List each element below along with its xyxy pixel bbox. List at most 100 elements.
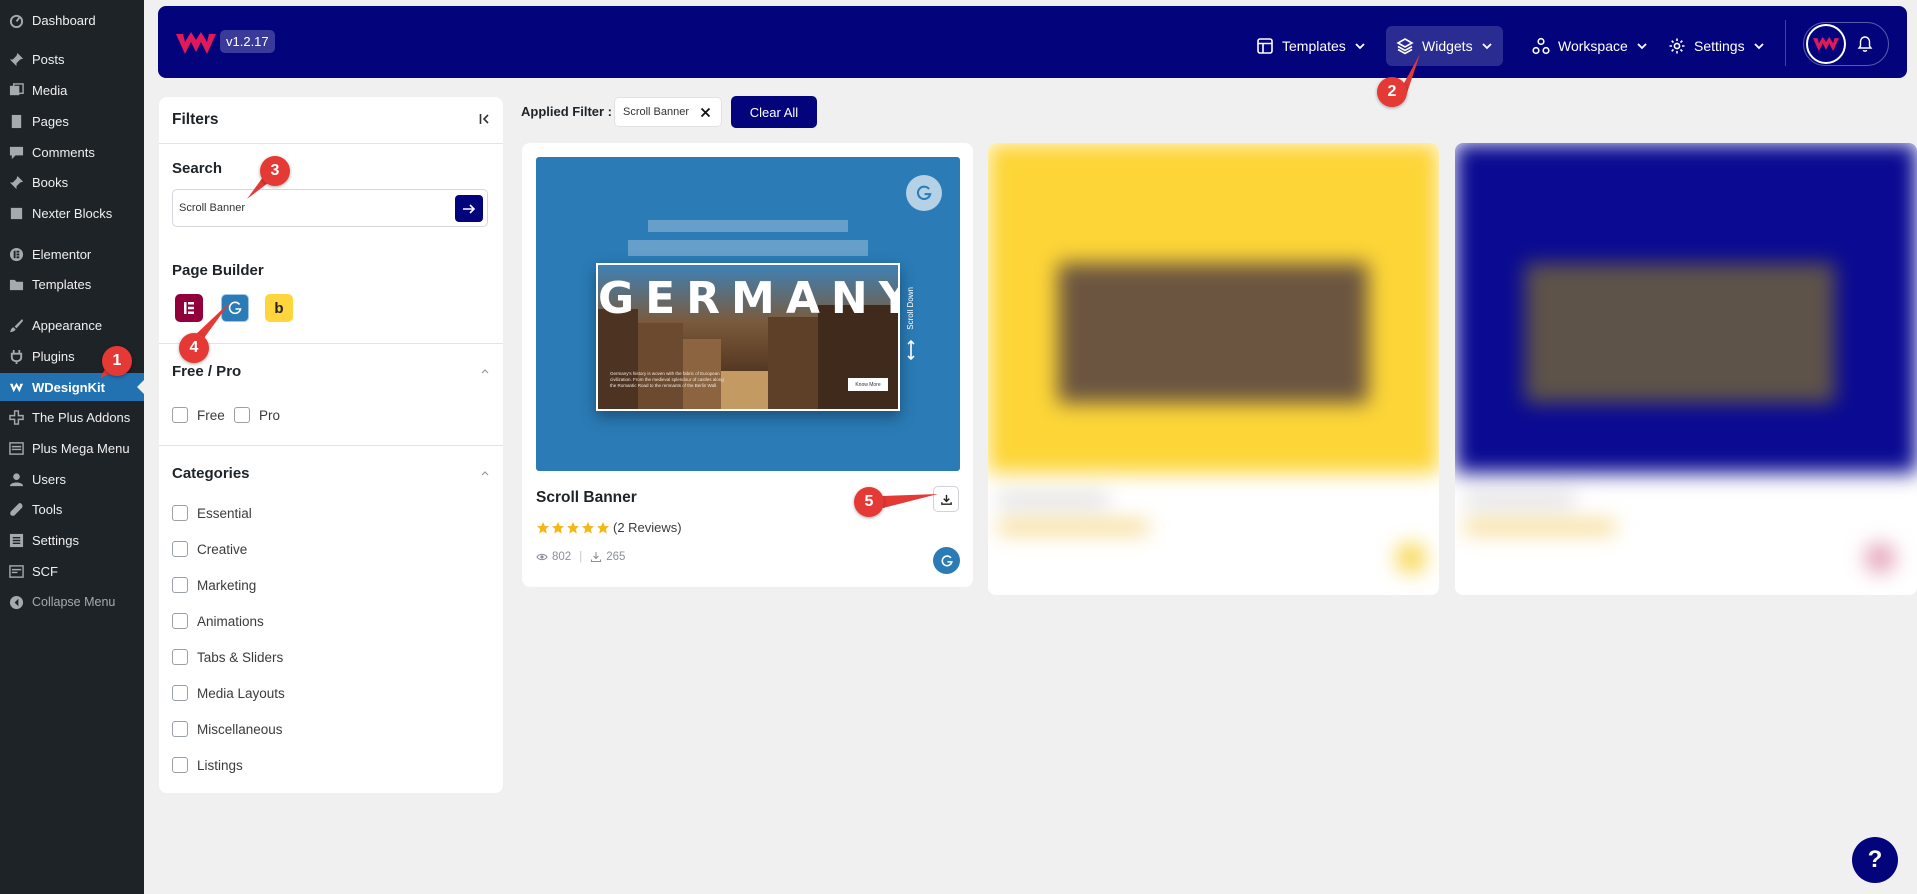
- sidebar-item-scf[interactable]: SCF: [0, 557, 144, 585]
- widget-title[interactable]: Scroll Banner: [536, 489, 637, 507]
- sidebar-item-appearance[interactable]: Appearance: [0, 311, 144, 339]
- sidebar-item-dashboard[interactable]: Dashboard: [0, 6, 144, 34]
- checkbox[interactable]: [172, 541, 188, 557]
- sidebar-item-the-plus-addons[interactable]: The Plus Addons: [0, 403, 144, 431]
- sidebar-item-label: Elementor: [32, 246, 92, 262]
- user-icon: [8, 471, 24, 487]
- banner-headline: GERMANY: [598, 273, 900, 324]
- arrow-right-icon: [463, 203, 476, 214]
- sidebar-item-books[interactable]: Books: [0, 168, 144, 196]
- category-marketing[interactable]: Marketing: [172, 577, 256, 593]
- search-box: [172, 189, 488, 227]
- scf-icon: [8, 563, 24, 579]
- house-shape: [598, 309, 638, 409]
- help-button[interactable]: ?: [1852, 837, 1898, 883]
- checkbox[interactable]: [172, 757, 188, 773]
- category-essential[interactable]: Essential: [172, 505, 252, 521]
- elementor-icon: [8, 246, 24, 262]
- sidebar-item-comments[interactable]: Comments: [0, 138, 144, 166]
- filter-free[interactable]: Free: [172, 407, 225, 423]
- blurred-text: [1465, 521, 1615, 533]
- pin-icon: [8, 174, 24, 190]
- sidebar-item-media[interactable]: Media: [0, 76, 144, 104]
- checkbox[interactable]: [172, 613, 188, 629]
- checkbox-label: Animations: [197, 613, 264, 629]
- sidebar-item-settings[interactable]: Settings: [0, 526, 144, 554]
- settings-icon: [8, 532, 24, 548]
- scroll-arrows-icon: [907, 339, 915, 361]
- search-submit-button[interactable]: [455, 195, 483, 222]
- scroll-down-label: Scroll Down: [906, 287, 915, 330]
- collapse-panel-icon[interactable]: [479, 113, 491, 125]
- chevron-down-icon: [1355, 43, 1365, 50]
- sidebar-item-tools[interactable]: Tools: [0, 495, 144, 523]
- sidebar-item-posts[interactable]: Posts: [0, 45, 144, 73]
- close-icon[interactable]: [700, 107, 711, 118]
- checkbox[interactable]: [172, 407, 188, 423]
- builder-gutenberg[interactable]: [221, 294, 249, 322]
- sidebar-item-wdesignkit[interactable]: WDesignKit: [0, 373, 144, 401]
- download-button[interactable]: [933, 486, 959, 512]
- banner-know-more-button: Know More: [848, 378, 888, 391]
- pin-icon: [8, 51, 24, 67]
- widget-preview-image[interactable]: GERMANY Germany's history is woven with …: [536, 157, 960, 471]
- category-miscellaneous[interactable]: Miscellaneous: [172, 721, 283, 737]
- sidebar-item-label: The Plus Addons: [32, 409, 131, 425]
- nav-widgets[interactable]: Widgets: [1386, 26, 1503, 66]
- wdesignkit-logo[interactable]: [176, 28, 216, 58]
- clear-all-button[interactable]: Clear All: [731, 96, 817, 128]
- category-creative[interactable]: Creative: [172, 541, 247, 557]
- nav-templates[interactable]: Templates: [1246, 26, 1376, 66]
- checkbox[interactable]: [172, 649, 188, 665]
- applied-filter-chip: Scroll Banner: [614, 97, 722, 127]
- checkbox[interactable]: [172, 721, 188, 737]
- applied-filter-label: Applied Filter :: [521, 104, 612, 119]
- chevron-up-icon[interactable]: [481, 469, 489, 477]
- builder-bricks[interactable]: b: [265, 294, 293, 322]
- nav-workspace[interactable]: Workspace: [1522, 26, 1658, 66]
- filter-pro[interactable]: Pro: [234, 407, 280, 423]
- nav-settings[interactable]: Settings: [1658, 26, 1775, 66]
- sidebar-item-label: SCF: [32, 563, 58, 579]
- user-menu[interactable]: [1803, 22, 1889, 66]
- checkbox-label: Creative: [197, 541, 248, 557]
- checkbox[interactable]: [172, 577, 188, 593]
- category-animations[interactable]: Animations: [172, 613, 264, 629]
- collapse-menu-button[interactable]: Collapse Menu: [0, 588, 144, 616]
- category-media-layouts[interactable]: Media Layouts: [172, 685, 285, 701]
- widget-card-blurred[interactable]: [1455, 143, 1917, 595]
- bell-icon[interactable]: [1856, 35, 1874, 53]
- chevron-up-icon[interactable]: [481, 367, 489, 375]
- sidebar-item-plus-mega-menu[interactable]: Plus Mega Menu: [0, 434, 144, 462]
- sidebar-item-users[interactable]: Users: [0, 465, 144, 493]
- search-input[interactable]: [179, 198, 439, 218]
- step-marker-3: 3: [260, 156, 290, 186]
- sidebar-item-elementor[interactable]: Elementor: [0, 240, 144, 268]
- step-marker-4: 4: [179, 333, 209, 363]
- widget-card[interactable]: GERMANY Germany's history is woven with …: [522, 143, 973, 587]
- checkbox[interactable]: [172, 685, 188, 701]
- stats-separator: |: [579, 551, 583, 563]
- widget-card-blurred[interactable]: [988, 143, 1439, 595]
- avatar[interactable]: [1806, 24, 1846, 64]
- download-count: 265: [606, 551, 626, 563]
- checkbox-label: Miscellaneous: [197, 721, 283, 737]
- sidebar-item-nexter-blocks[interactable]: Nexter Blocks: [0, 199, 144, 227]
- star-icon: [597, 521, 609, 533]
- nexter-icon: [8, 205, 24, 221]
- brush-icon: [8, 317, 24, 333]
- dashboard-icon: [8, 12, 24, 28]
- category-tabs-sliders[interactable]: Tabs & Sliders: [172, 649, 283, 665]
- category-listings[interactable]: Listings: [172, 757, 243, 773]
- elementor-icon: [184, 302, 194, 314]
- sidebar-item-templates[interactable]: Templates: [0, 270, 144, 298]
- builder-elementor[interactable]: [175, 294, 203, 322]
- plugin-icon: [8, 348, 24, 364]
- chip-label: Scroll Banner: [623, 106, 690, 118]
- checkbox[interactable]: [172, 505, 188, 521]
- sidebar-item-pages[interactable]: Pages: [0, 107, 144, 135]
- folder-icon: [8, 276, 24, 292]
- layers-icon: [1396, 38, 1414, 55]
- checkbox[interactable]: [234, 407, 250, 423]
- step-marker-2: 2: [1377, 77, 1407, 107]
